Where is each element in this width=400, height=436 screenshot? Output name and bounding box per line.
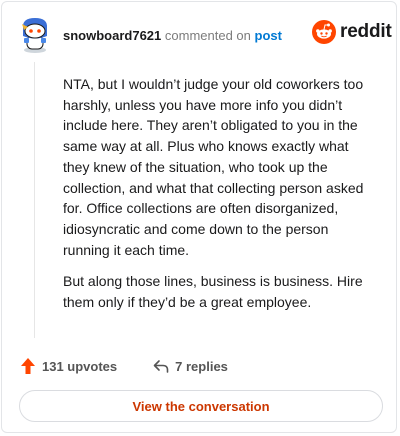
reddit-wordmark: reddit <box>340 21 392 42</box>
username-link[interactable]: snowboard7621 <box>63 28 161 43</box>
comment-header: snowboard7621 commented on post reddit <box>2 2 396 66</box>
reply-arrow-icon <box>153 360 169 373</box>
author-line: snowboard7621 commented on post <box>63 28 282 43</box>
comment-body: NTA, but I wouldn’t judge your old cowor… <box>63 74 378 324</box>
thread-line <box>34 62 35 338</box>
reply-count: 7 replies <box>175 358 228 374</box>
upvote-action[interactable]: 131 upvotes <box>20 357 117 375</box>
upvote-count: 131 upvotes <box>42 358 118 374</box>
user-avatar[interactable] <box>18 16 52 54</box>
view-conversation-button[interactable]: View the conversation <box>19 390 383 422</box>
reddit-logo[interactable]: reddit <box>312 20 392 44</box>
post-link[interactable]: post <box>255 28 282 43</box>
comment-paragraph-1: NTA, but I wouldn’t judge your old cowor… <box>63 76 364 258</box>
reddit-snoo-icon <box>312 20 336 44</box>
action-text: commented on <box>164 28 251 43</box>
embedded-comment-card: snowboard7621 commented on post reddit N… <box>1 1 397 433</box>
upvote-arrow-icon <box>21 358 35 374</box>
replies-action[interactable]: 7 replies <box>153 358 228 374</box>
comment-paragraph-2: But along those lines, business is busin… <box>63 273 363 311</box>
comment-actions: 131 upvotes 7 replies <box>20 356 228 376</box>
snoo-avatar-icon <box>22 18 48 53</box>
